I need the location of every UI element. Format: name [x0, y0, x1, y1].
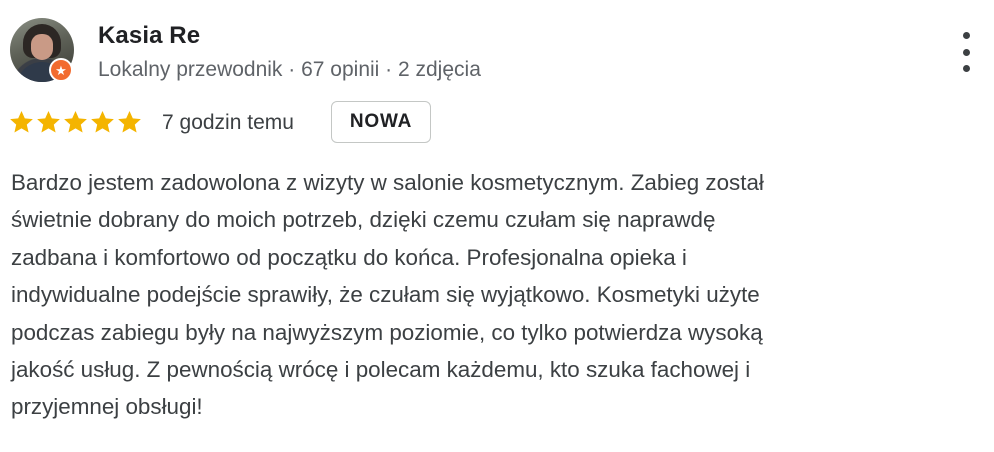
- avatar-face: [31, 34, 53, 60]
- more-dot: [962, 48, 970, 56]
- review-line: jakość usług. Z pewnością wrócę i poleca…: [11, 357, 751, 383]
- review-line: podczas zabiegu były na najwyższym pozio…: [11, 319, 763, 345]
- star-icon: [116, 109, 143, 136]
- star-icon: [35, 109, 62, 136]
- review-card: ★ Kasia Re Lokalny przewodnik · 67 opini…: [0, 0, 994, 452]
- local-guide-star-icon: ★: [49, 58, 73, 82]
- star-rating: [8, 106, 143, 138]
- new-badge: NOWA: [331, 101, 431, 143]
- review-line: świetnie dobrany do moich potrzeb, dzięk…: [11, 207, 716, 233]
- review-line: Bardzo jestem zadowolona z wizyty w salo…: [11, 170, 764, 195]
- review-line: zadbana i komfortowo od początku do końc…: [11, 244, 687, 270]
- review-line: przyjemnej obsługi!: [11, 394, 203, 420]
- more-dot: [962, 65, 970, 72]
- more-vert-icon[interactable]: [952, 32, 980, 72]
- review-line: indywidualne podejście sprawiły, że czuł…: [11, 282, 760, 308]
- star-icon: [89, 109, 116, 136]
- review-time: 7 godzin temu: [162, 111, 294, 134]
- more-dot: [962, 32, 970, 39]
- reviewer-meta: Lokalny przewodnik · 67 opinii · 2 zdjęc…: [98, 58, 481, 81]
- review-text: Bardzo jestem zadowolona z wizyty w salo…: [11, 164, 987, 426]
- reviewer-name[interactable]: Kasia Re: [98, 22, 200, 50]
- star-icon: [8, 109, 35, 136]
- star-icon: [62, 109, 89, 136]
